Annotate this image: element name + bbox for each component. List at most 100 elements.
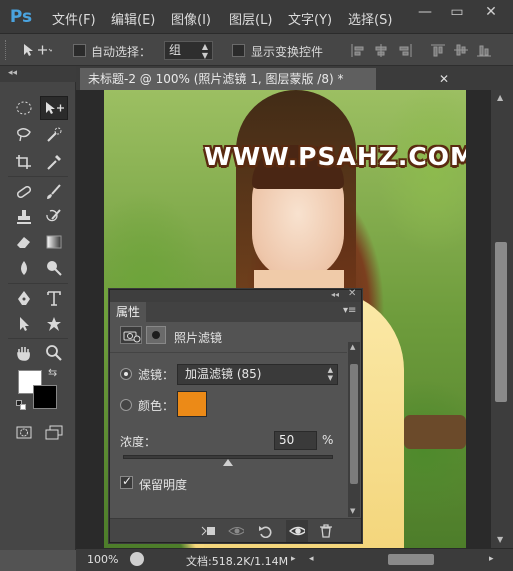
healing-brush-tool-icon[interactable] <box>10 180 38 204</box>
restore-button[interactable]: ▭ <box>442 2 472 22</box>
filter-value: 加温滤镜 (85) <box>185 367 262 381</box>
align-middle-icon[interactable] <box>454 44 468 57</box>
menu-file[interactable]: 文件(F) <box>52 9 96 28</box>
move-tool-preset-icon[interactable] <box>22 42 52 58</box>
document-info: 文档:518.2K/1.14M <box>186 555 289 568</box>
scroll-down-icon[interactable]: ▼ <box>497 535 503 544</box>
screen-mode-icon[interactable] <box>40 420 68 444</box>
move-tool-icon[interactable] <box>40 96 68 120</box>
show-transform-label: 显示变换控件 <box>251 45 324 59</box>
marquee-tool-icon[interactable] <box>10 96 38 120</box>
panel-tab-bar: 属性 ▾≡ <box>110 302 361 322</box>
auto-select-value: 组 <box>169 43 182 57</box>
spinner-icon: ▲ ▼ <box>327 366 333 382</box>
background-color-swatch[interactable] <box>33 385 57 409</box>
scroll-left-icon[interactable]: ◂ <box>309 554 314 564</box>
blur-tool-icon[interactable] <box>10 256 38 280</box>
filter-label: 滤镜： <box>138 368 175 382</box>
close-tab-icon[interactable]: ✕ <box>439 68 449 90</box>
show-transform-checkbox[interactable] <box>232 44 245 57</box>
panel-top-bar[interactable]: ◂◂ ✕ <box>110 288 361 302</box>
color-radio[interactable] <box>120 399 132 411</box>
document-tab[interactable]: 未标题-2 @ 100% (照片滤镜 1, 图层蒙版 /8) * ✕ <box>80 68 449 90</box>
menu-layer[interactable]: 图层(L) <box>229 9 272 28</box>
close-button[interactable]: ✕ <box>476 2 506 22</box>
panel-scrollbar[interactable]: ▲ ▼ <box>348 342 360 517</box>
filter-dropdown[interactable]: 加温滤镜 (85) ▲ ▼ <box>177 364 338 385</box>
align-center-icon[interactable] <box>374 44 388 57</box>
watermark-text: WWW.PSAHZ.COM <box>204 142 466 171</box>
density-input[interactable]: 50 <box>274 431 317 450</box>
options-bar: 自动选择： 组 ▲ ▼ 显示变换控件 <box>0 34 513 66</box>
panel-scroll-up-icon[interactable]: ▲ <box>350 343 355 351</box>
default-colors-icon[interactable] <box>16 400 26 410</box>
collapse-panel-icon[interactable]: ◂◂ <box>331 290 339 299</box>
auto-select-label: 自动选择： <box>91 45 152 59</box>
grip-icon <box>5 40 7 60</box>
crop-tool-icon[interactable] <box>10 150 38 174</box>
bench-shape <box>404 415 466 449</box>
horizontal-scroll-thumb[interactable] <box>388 554 434 565</box>
status-expand-icon[interactable]: ▸ <box>291 554 296 564</box>
gradient-tool-icon[interactable] <box>40 230 68 254</box>
clone-stamp-tool-icon[interactable] <box>10 205 38 229</box>
menu-image[interactable]: 图像(I) <box>171 9 211 28</box>
panel-scroll-thumb[interactable] <box>350 364 358 484</box>
toolbar-divider <box>8 283 68 284</box>
align-top-icon[interactable] <box>431 44 445 57</box>
lasso-tool-icon[interactable] <box>10 123 38 147</box>
zoom-level[interactable]: 100% <box>87 553 118 566</box>
history-brush-tool-icon[interactable] <box>40 205 68 229</box>
eyedropper-tool-icon[interactable] <box>40 150 68 174</box>
visibility-eye-icon[interactable] <box>289 524 305 538</box>
panel-footer <box>110 518 361 542</box>
panel-scroll-down-icon[interactable]: ▼ <box>350 507 355 515</box>
auto-select-checkbox[interactable] <box>73 44 86 57</box>
panel-menu-icon[interactable]: ▾≡ <box>343 305 356 316</box>
filter-color-swatch[interactable] <box>177 391 207 417</box>
zoom-tool-icon[interactable] <box>40 341 68 365</box>
density-slider[interactable] <box>123 455 333 466</box>
adjustment-icon <box>120 326 142 344</box>
properties-tab[interactable]: 属性 <box>110 302 146 322</box>
clip-to-layer-icon[interactable] <box>200 524 216 538</box>
color-label: 颜色： <box>138 399 175 413</box>
photoshop-logo: Ps <box>9 5 33 29</box>
view-previous-state-icon[interactable] <box>228 524 244 538</box>
scroll-right-icon[interactable]: ▸ <box>489 554 494 564</box>
preserve-luminosity-checkbox[interactable]: ✓ <box>120 474 133 489</box>
eraser-tool-icon[interactable] <box>10 230 38 254</box>
vertical-scrollbar[interactable]: ▲ ▼ <box>491 90 513 548</box>
scroll-up-icon[interactable]: ▲ <box>497 93 503 102</box>
status-menu-icon[interactable] <box>130 552 144 566</box>
type-tool-icon[interactable] <box>40 286 68 310</box>
close-panel-icon[interactable]: ✕ <box>348 288 356 299</box>
layer-mask-icon[interactable] <box>146 326 166 344</box>
align-left-icon[interactable] <box>351 44 365 57</box>
dodge-tool-icon[interactable] <box>40 256 68 280</box>
density-slider-thumb[interactable] <box>223 459 233 466</box>
pen-tool-icon[interactable] <box>10 286 38 310</box>
custom-shape-tool-icon[interactable] <box>40 312 68 336</box>
path-selection-tool-icon[interactable] <box>10 312 38 336</box>
filter-radio[interactable] <box>120 368 132 380</box>
align-right-icon[interactable] <box>398 44 412 57</box>
tools-panel-header[interactable]: ◂◂ <box>0 66 76 82</box>
quick-selection-tool-icon[interactable] <box>40 123 68 147</box>
quick-mask-icon[interactable] <box>10 420 38 444</box>
hand-tool-icon[interactable] <box>10 341 38 365</box>
minimize-button[interactable]: — <box>410 2 440 22</box>
menu-select[interactable]: 选择(S) <box>348 9 392 28</box>
document-tab-title: 未标题-2 @ 100% (照片滤镜 1, 图层蒙版 /8) * <box>88 72 344 86</box>
vertical-scroll-thumb[interactable] <box>495 242 507 402</box>
reset-icon[interactable] <box>258 524 274 538</box>
menu-type[interactable]: 文字(Y) <box>288 9 332 28</box>
brush-tool-icon[interactable] <box>40 180 68 204</box>
panel-divider <box>110 352 347 353</box>
swap-colors-icon[interactable]: ⇆ <box>48 366 57 379</box>
align-bottom-icon[interactable] <box>477 44 491 57</box>
auto-select-dropdown[interactable]: 组 ▲ ▼ <box>164 41 213 60</box>
properties-panel: ◂◂ ✕ 属性 ▾≡ 照片滤镜 滤镜： 加温滤镜 (85) ▲ ▼ 颜色： 浓度：… <box>109 288 362 543</box>
menu-edit[interactable]: 编辑(E) <box>111 9 155 28</box>
trash-icon[interactable] <box>318 524 334 538</box>
